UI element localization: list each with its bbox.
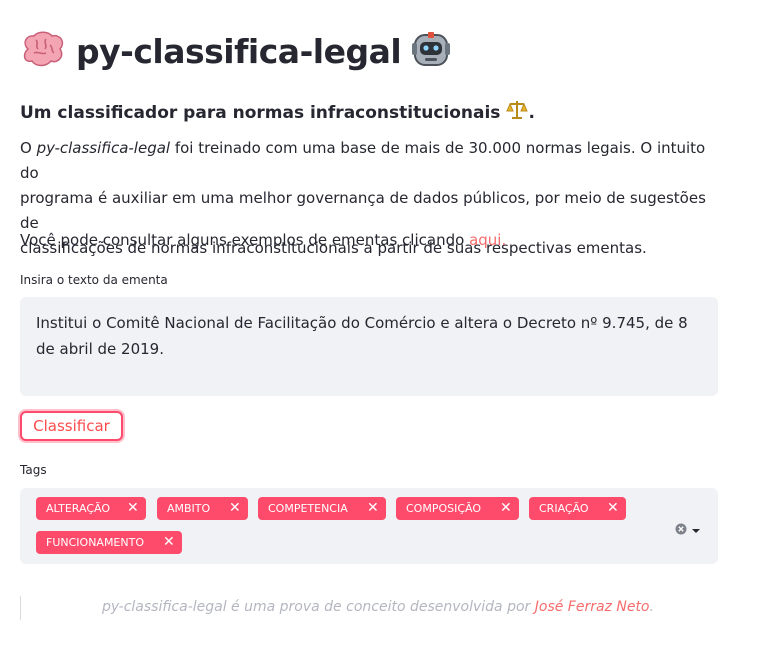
- intro-app-name: py-classifica-legal: [36, 139, 171, 157]
- tag-label: COMPOSIÇÃO: [406, 502, 482, 515]
- brain-icon: [20, 31, 66, 71]
- examples-paragraph: Você pode consultar alguns exemplos de e…: [20, 228, 506, 253]
- tag-label: ALTERAÇÃO: [46, 502, 111, 515]
- tag-chip: ALTERAÇÃO ✕: [36, 497, 146, 520]
- tag-chip: AMBITO ✕: [157, 497, 248, 520]
- intro-line2: programa é auxiliar em uma melhor govern…: [20, 189, 706, 232]
- footer-text: py-classifica-legal é uma prova de conce…: [102, 599, 654, 615]
- close-icon[interactable]: ✕: [163, 535, 175, 550]
- close-icon[interactable]: ✕: [127, 501, 139, 516]
- tag-chip: COMPOSIÇÃO ✕: [396, 497, 519, 520]
- tag-label: CRIAÇÃO: [539, 502, 589, 515]
- tags-multiselect[interactable]: ALTERAÇÃO ✕ AMBITO ✕ COMPETENCIA ✕ COMPO…: [20, 488, 718, 564]
- subtitle: Um classificador para normas infraconsti…: [20, 99, 535, 126]
- tag-chip: FUNCIONAMENTO ✕: [36, 531, 182, 554]
- header: py-classifica-legal: [20, 26, 451, 76]
- close-icon[interactable]: ✕: [500, 501, 512, 516]
- tag-chip: CRIAÇÃO ✕: [529, 497, 626, 520]
- clear-all-icon[interactable]: [675, 520, 687, 539]
- robot-icon: [411, 29, 451, 73]
- close-icon[interactable]: ✕: [367, 501, 379, 516]
- tag-label: COMPETENCIA: [268, 502, 348, 515]
- footer: py-classifica-legal é uma prova de conce…: [20, 596, 720, 620]
- ementa-textarea[interactable]: Institui o Comitê Nacional de Facilitaçã…: [20, 297, 718, 396]
- examples-text: Você pode consultar alguns exemplos de e…: [20, 231, 470, 249]
- ementa-label: Insira o texto da ementa: [20, 273, 168, 287]
- subtitle-period: .: [528, 102, 535, 123]
- intro-prefix: O: [20, 139, 37, 157]
- close-icon[interactable]: ✕: [607, 501, 619, 516]
- footer-period: .: [649, 599, 654, 615]
- scales-icon: [506, 99, 529, 126]
- close-icon[interactable]: ✕: [229, 501, 241, 516]
- classify-button[interactable]: Classificar: [20, 411, 123, 441]
- tag-label: AMBITO: [167, 502, 211, 515]
- chevron-down-icon[interactable]: [691, 521, 701, 540]
- examples-link[interactable]: aqui.: [469, 231, 506, 249]
- footer-credit: py-classifica-legal é uma prova de conce…: [102, 599, 535, 615]
- subtitle-text: Um classificador para normas infraconsti…: [20, 102, 501, 123]
- tags-label: Tags: [20, 463, 47, 477]
- page-title: py-classifica-legal: [76, 31, 402, 71]
- tag-chip: COMPETENCIA ✕: [258, 497, 386, 520]
- author-link[interactable]: José Ferraz Neto: [535, 599, 650, 615]
- tag-label: FUNCIONAMENTO: [46, 536, 144, 549]
